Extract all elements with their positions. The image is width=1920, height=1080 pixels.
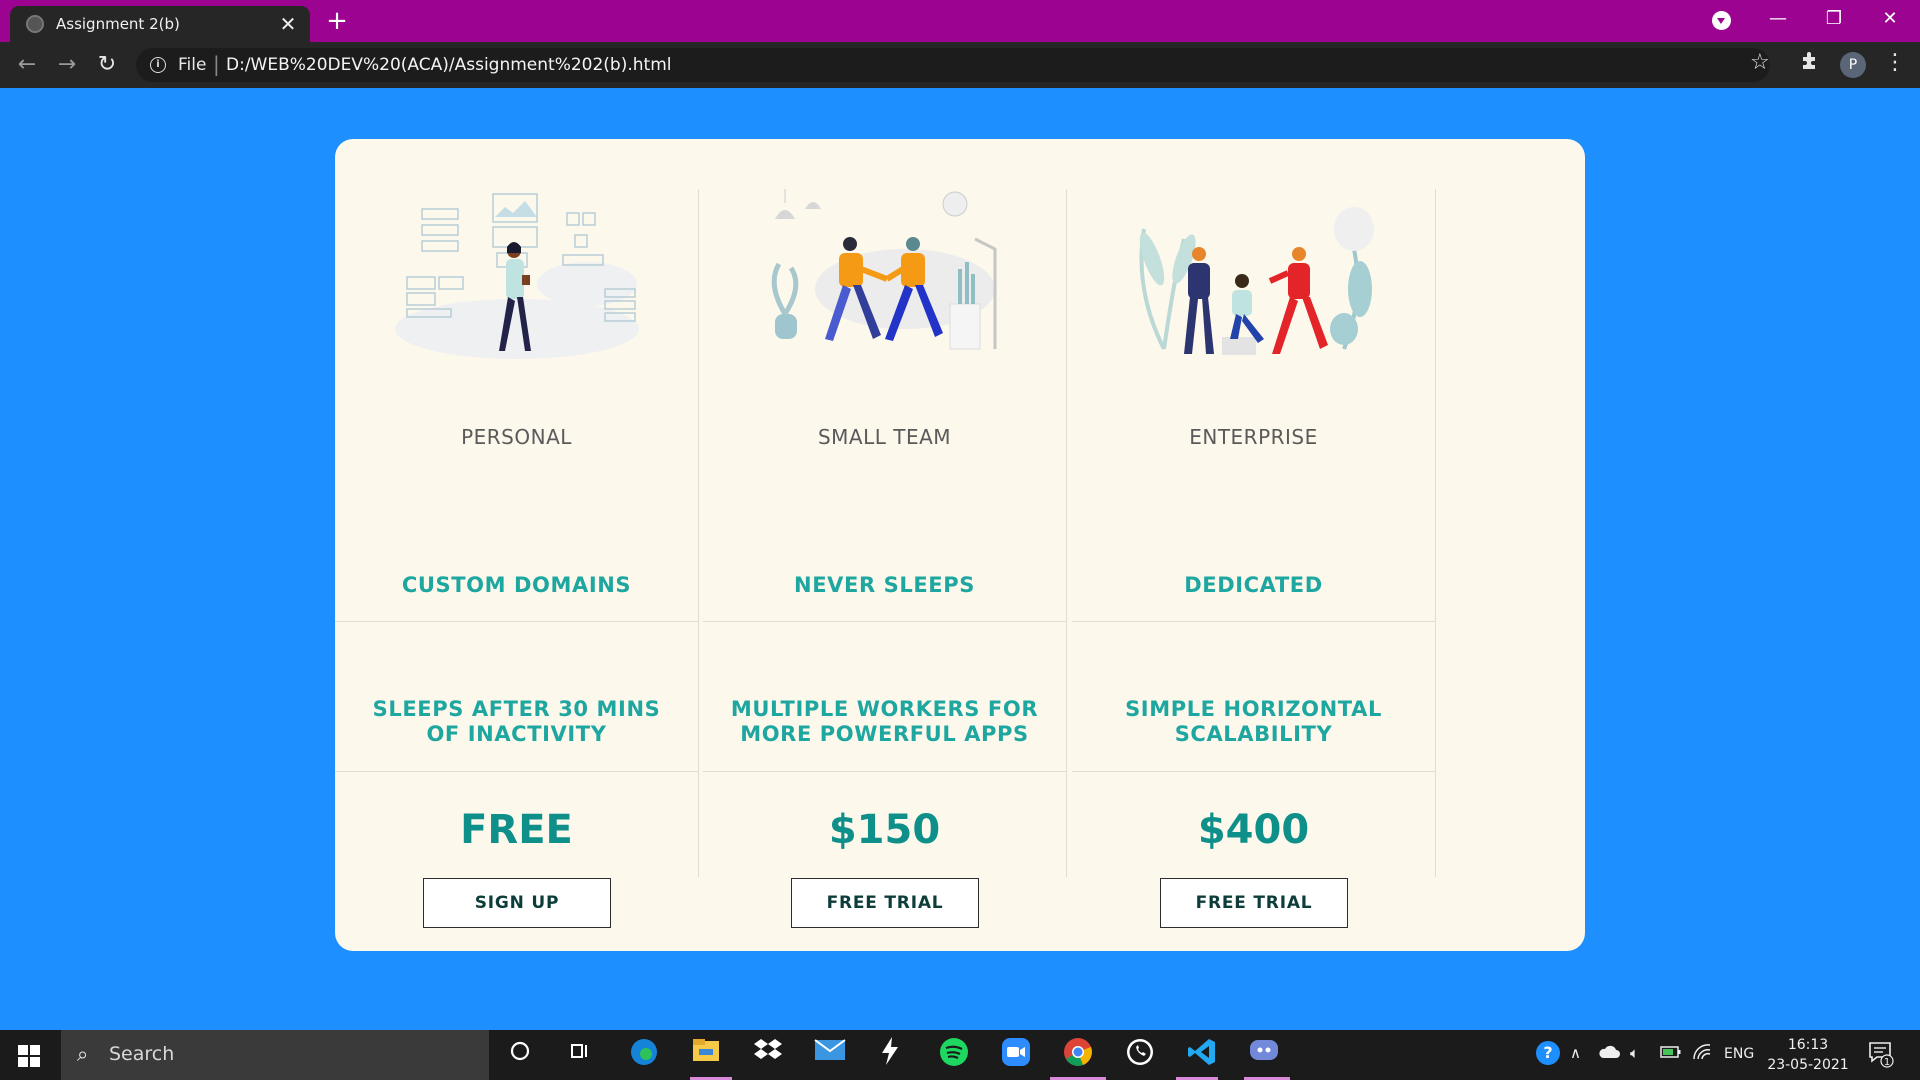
small-team-illustration <box>771 189 997 350</box>
tab-search-icon[interactable] <box>1712 11 1731 30</box>
whatsapp-icon[interactable] <box>1120 1037 1160 1073</box>
row-divider <box>335 771 699 772</box>
zoom-icon[interactable] <box>996 1037 1036 1073</box>
search-placeholder: Search <box>109 1043 175 1065</box>
url-separator: | <box>213 52 220 76</box>
app-bolt-icon[interactable] <box>870 1037 910 1073</box>
language-indicator[interactable]: ENG <box>1724 1046 1754 1062</box>
search-icon: ⌕ <box>77 1042 89 1066</box>
spotify-icon[interactable] <box>934 1037 974 1073</box>
clock-date: 23-05-2021 <box>1767 1057 1849 1073</box>
tab-title: Assignment 2(b) <box>56 15 180 33</box>
plan-feature-secondary: MULTIPLE WORKERS FOR MORE POWERFUL APPS <box>730 697 1039 746</box>
chevron-up-icon[interactable]: ∧ <box>1570 1044 1581 1062</box>
row-divider <box>703 621 1067 622</box>
new-tab-button[interactable]: + <box>322 7 352 37</box>
plan-name: ENTERPRISE <box>1189 425 1318 449</box>
browser-tab[interactable]: Assignment 2(b) ✕ <box>10 6 310 42</box>
row-divider <box>1072 771 1436 772</box>
globe-icon <box>26 15 44 33</box>
pricing-card: PERSONAL CUSTOM DOMAINS SLEEPS AFTER 30 … <box>335 139 1585 951</box>
plan-column-personal: PERSONAL CUSTOM DOMAINS SLEEPS AFTER 30 … <box>335 189 699 877</box>
svg-text:?: ? <box>1543 1043 1552 1062</box>
info-icon[interactable]: i <box>150 57 166 73</box>
plan-name: PERSONAL <box>461 425 572 449</box>
clock-time: 16:13 <box>1787 1037 1829 1053</box>
system-clock[interactable]: 16:13 23-05-2021 <box>1766 1035 1850 1075</box>
address-bar[interactable]: i File | D:/WEB%20DEV%20(ACA)/Assignment… <box>136 48 1770 82</box>
plan-feature-secondary: SLEEPS AFTER 30 MINS OF INACTIVITY <box>372 697 661 746</box>
back-arrow-icon[interactable]: ← <box>12 50 42 80</box>
close-tab-icon[interactable]: ✕ <box>274 12 302 36</box>
free-trial-button[interactable]: FREE TRIAL <box>791 878 979 928</box>
discord-icon[interactable] <box>1244 1037 1284 1073</box>
url-scheme: File <box>178 55 207 75</box>
task-view-icon[interactable] <box>560 1037 600 1073</box>
windows-taskbar: ⌕ Search ? ∧ 🔈︎ ENG 16:13 23-05-2021 1 <box>0 1030 1920 1080</box>
plan-feature-primary: CUSTOM DOMAINS <box>401 573 632 597</box>
notification-icon[interactable]: 1 <box>1868 1040 1894 1072</box>
plan-price: $400 <box>1197 807 1310 853</box>
row-divider <box>335 621 699 622</box>
minimize-button[interactable]: — <box>1750 0 1806 40</box>
bookmark-star-icon[interactable]: ☆ <box>1750 50 1770 75</box>
url-text[interactable]: D:/WEB%20DEV%20(ACA)/Assignment%202(b).h… <box>226 55 672 75</box>
close-window-button[interactable]: ✕ <box>1862 0 1918 40</box>
vscode-icon[interactable] <box>1182 1037 1222 1073</box>
browser-titlebar: Assignment 2(b) ✕ + — ❐ ✕ <box>0 0 1920 42</box>
windows-start-icon[interactable] <box>18 1045 40 1067</box>
plan-price: FREE <box>460 807 573 853</box>
plan-price: $150 <box>828 807 941 853</box>
free-trial-button[interactable]: FREE TRIAL <box>1160 878 1348 928</box>
extensions-icon[interactable] <box>1800 50 1820 78</box>
plan-feature-primary: DEDICATED <box>1184 573 1323 597</box>
wifi-icon[interactable] <box>1692 1044 1712 1064</box>
profile-avatar[interactable]: P <box>1840 52 1866 78</box>
restore-button[interactable]: ❐ <box>1806 0 1862 40</box>
plan-column-small-team: SMALL TEAM NEVER SLEEPS MULTIPLE WORKERS… <box>703 189 1067 877</box>
notification-count: 1 <box>1884 1057 1890 1068</box>
help-icon[interactable]: ? <box>1534 1039 1562 1071</box>
chrome-icon[interactable] <box>1058 1037 1098 1073</box>
dropbox-icon[interactable] <box>748 1037 788 1073</box>
plan-feature-primary: NEVER SLEEPS <box>794 573 975 597</box>
enterprise-illustration <box>1139 207 1374 355</box>
cortana-icon[interactable] <box>500 1037 540 1073</box>
plan-feature-secondary: SIMPLE HORIZONTAL SCALABILITY <box>1125 697 1382 746</box>
cloud-icon[interactable] <box>1598 1044 1620 1064</box>
edge-icon[interactable] <box>624 1037 664 1073</box>
row-divider <box>1072 621 1436 622</box>
browser-toolbar: ← → ↻ i File | D:/WEB%20DEV%20(ACA)/Assi… <box>0 42 1920 88</box>
battery-icon[interactable] <box>1660 1044 1682 1064</box>
reload-icon[interactable]: ↻ <box>92 50 122 80</box>
plan-column-enterprise: ENTERPRISE DEDICATED SIMPLE HORIZONTAL S… <box>1072 189 1436 877</box>
row-divider <box>703 771 1067 772</box>
volume-icon[interactable]: 🔈︎ <box>1630 1044 1639 1062</box>
mail-icon[interactable] <box>810 1037 850 1073</box>
personal-illustration <box>395 193 639 359</box>
taskbar-search-box[interactable]: ⌕ Search <box>61 1030 489 1080</box>
forward-arrow-icon[interactable]: → <box>52 50 82 80</box>
sign-up-button[interactable]: SIGN UP <box>423 878 611 928</box>
more-menu-icon[interactable]: ⋮ <box>1884 50 1906 75</box>
file-explorer-icon[interactable] <box>686 1037 726 1073</box>
plan-name: SMALL TEAM <box>817 425 952 449</box>
